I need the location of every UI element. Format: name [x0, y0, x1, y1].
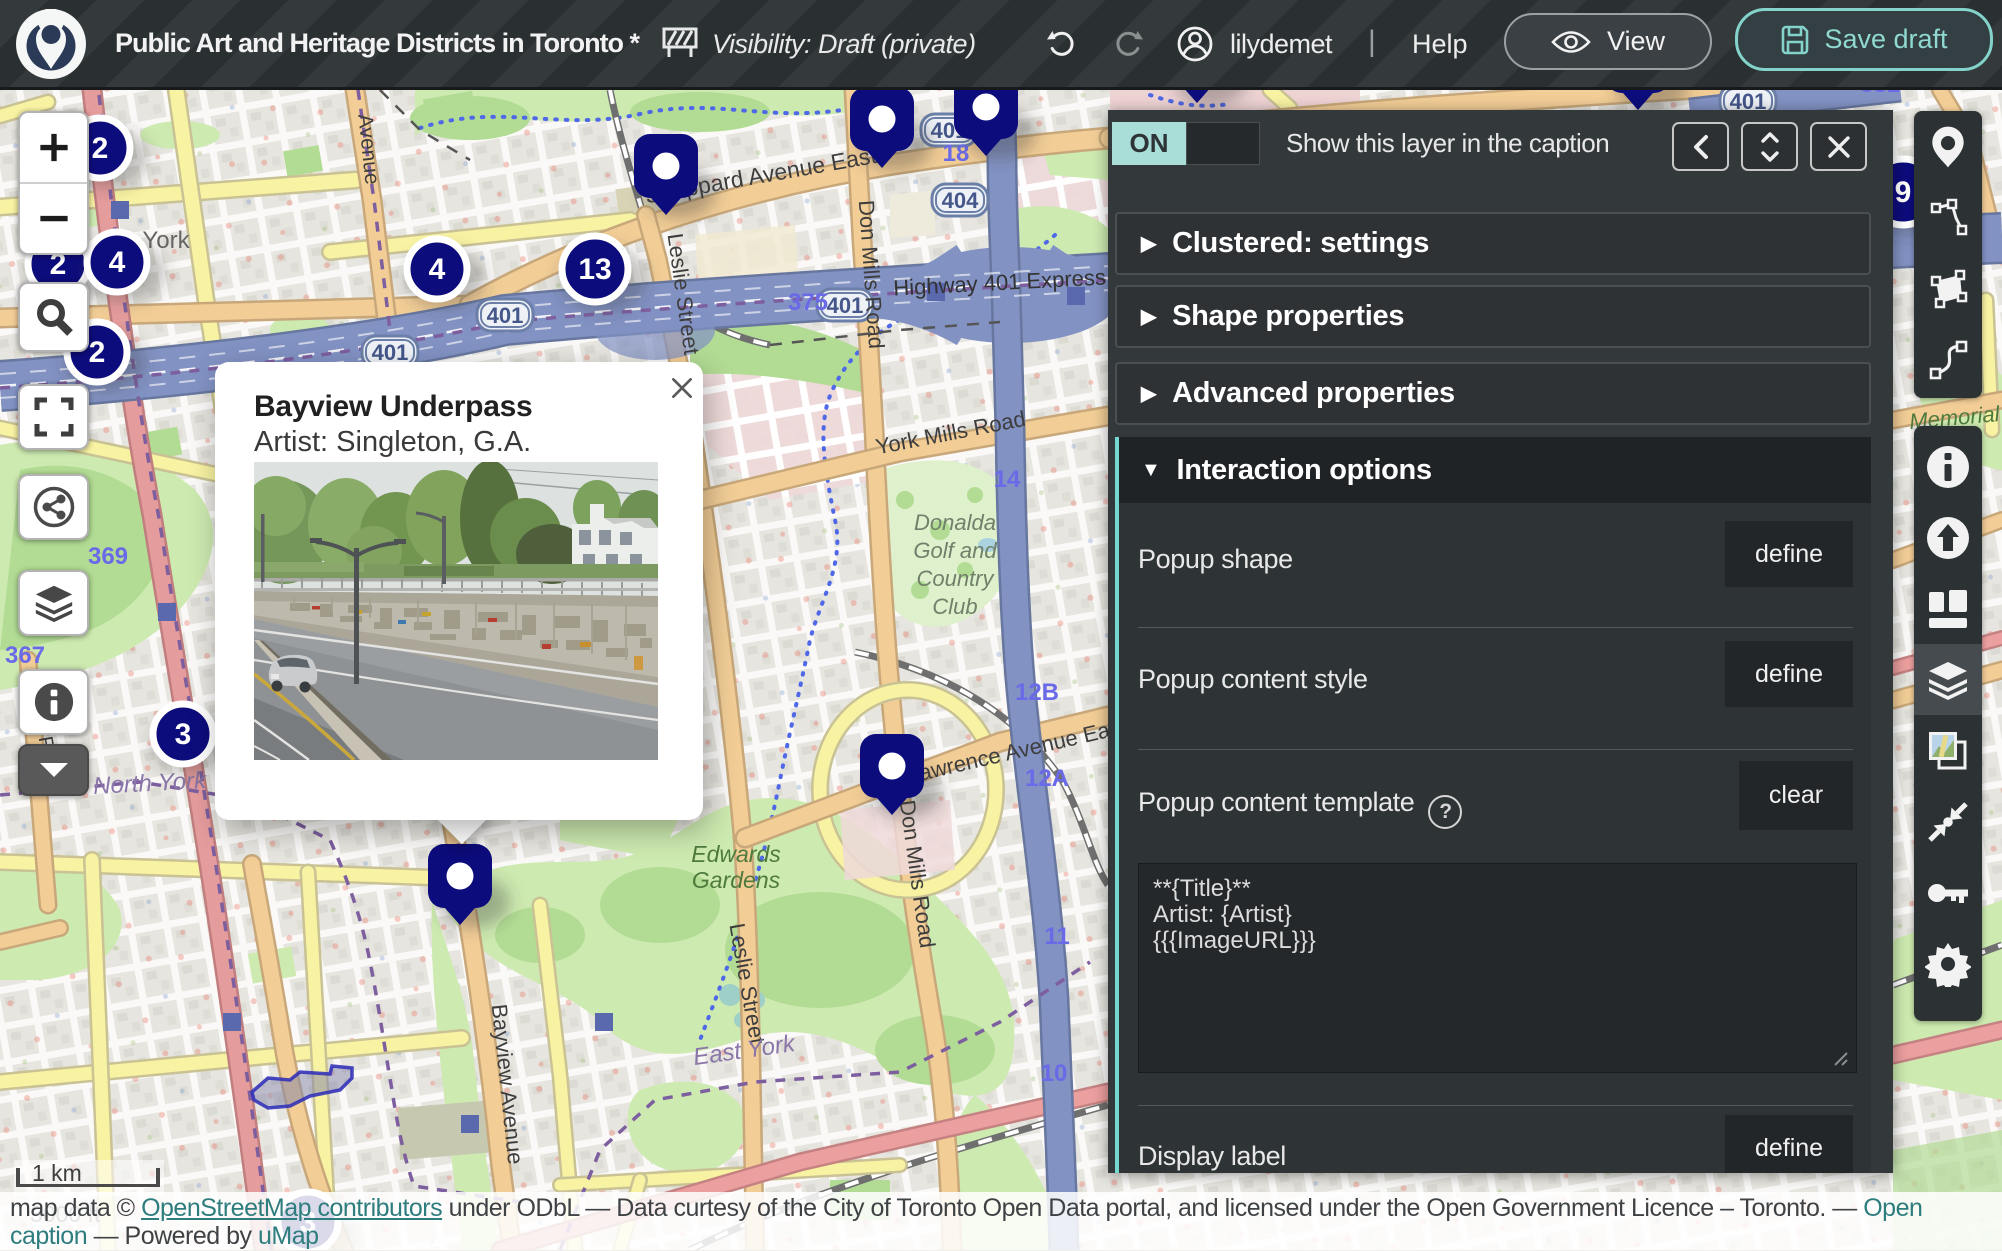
svg-text:375: 375 — [788, 289, 828, 316]
svg-text:Donalda: Donalda — [914, 510, 996, 535]
svg-text:2: 2 — [92, 132, 109, 165]
svg-text:2: 2 — [89, 336, 106, 369]
svg-text:404: 404 — [942, 188, 979, 213]
svg-text:367: 367 — [5, 642, 45, 669]
svg-text:3: 3 — [175, 718, 192, 751]
svg-text:369: 369 — [88, 543, 128, 570]
svg-text:Country: Country — [916, 566, 995, 591]
svg-text:14: 14 — [994, 466, 1021, 493]
svg-text:12B: 12B — [1015, 679, 1059, 706]
svg-text:Gardens: Gardens — [692, 867, 781, 893]
svg-text:13: 13 — [578, 253, 611, 286]
svg-text:Club: Club — [932, 594, 977, 619]
svg-text:4: 4 — [109, 246, 126, 279]
svg-text:4: 4 — [429, 253, 446, 286]
svg-text:1 km: 1 km — [32, 1160, 82, 1186]
svg-text:11: 11 — [1044, 923, 1069, 950]
svg-text:10: 10 — [1041, 1060, 1068, 1087]
svg-text:401: 401 — [487, 303, 524, 328]
svg-text:9: 9 — [1895, 176, 1912, 209]
svg-text:Golf and: Golf and — [913, 538, 997, 563]
svg-text:12A: 12A — [1025, 765, 1069, 792]
svg-text:Edwards: Edwards — [691, 841, 781, 867]
svg-text:401: 401 — [827, 293, 864, 318]
svg-text:18: 18 — [943, 140, 970, 167]
